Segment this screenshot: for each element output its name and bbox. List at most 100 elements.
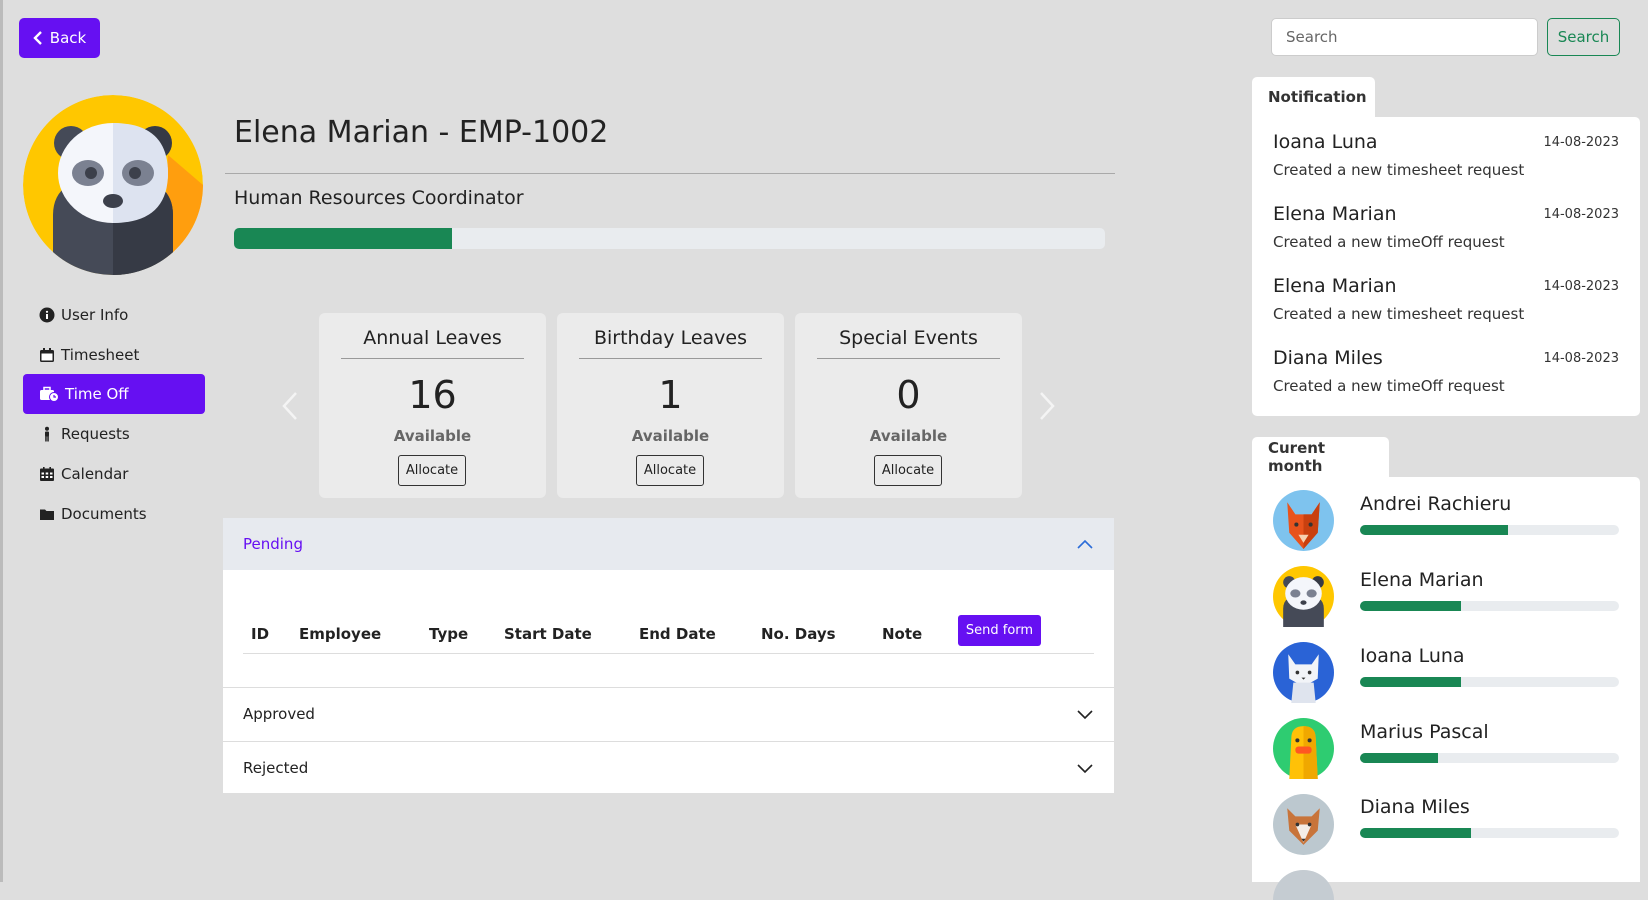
card-value: 1 (658, 373, 683, 417)
duck-avatar-icon (1273, 718, 1334, 779)
sidebar-item-label: Timesheet (61, 346, 140, 364)
card-sub: Available (869, 427, 948, 445)
member-name: Marius Pascal (1360, 721, 1489, 743)
leave-card-annual: Annual Leaves 16 Available Allocate (319, 313, 546, 498)
table-divider (243, 653, 1094, 654)
carousel-next-icon[interactable] (1037, 390, 1057, 422)
accordion-approved: Approved (223, 688, 1114, 742)
member-progress-bar (1360, 677, 1619, 687)
sidebar-item-label: Documents (61, 505, 147, 523)
back-button[interactable]: Back (19, 18, 100, 58)
notification-name: Elena Marian (1273, 203, 1397, 225)
accordion-title: Approved (243, 705, 315, 723)
notification-message: Created a new timeOff request (1273, 377, 1505, 395)
wolf-avatar-icon (1273, 794, 1334, 855)
notification-message: Created a new timesheet request (1273, 161, 1525, 179)
leave-card-special: Special Events 0 Available Allocate (795, 313, 1022, 498)
person-icon (45, 426, 49, 442)
member-name: Elena Marian (1360, 569, 1484, 591)
sidebar-item-user-info[interactable]: User Info (23, 295, 205, 335)
notification-panel: Ioana Luna 14-08-2023 Created a new time… (1252, 117, 1640, 416)
notification-date: 14-08-2023 (1543, 351, 1619, 366)
member-progress-bar (1360, 828, 1619, 838)
member-progress-fill (1360, 753, 1438, 763)
notification-name: Elena Marian (1273, 275, 1397, 297)
notification-date: 14-08-2023 (1543, 207, 1619, 222)
accordion-pending: Pending (223, 518, 1114, 688)
sidebar-item-time-off[interactable]: Time Off (23, 374, 205, 414)
tab-current-month[interactable]: Curent month (1252, 437, 1389, 477)
calendar-grid-icon (40, 467, 54, 481)
member-name: Ioana Luna (1360, 645, 1465, 667)
sidebar-item-label: Requests (61, 425, 130, 443)
sidebar-item-label: Calendar (61, 465, 129, 483)
employee-name: Elena Marian - EMP-1002 (234, 115, 609, 150)
notification-name: Diana Miles (1273, 347, 1383, 369)
card-value: 16 (408, 373, 457, 417)
card-value: 0 (896, 373, 921, 417)
current-month-panel: Andrei Rachieru Elena Marian Ioana Luna … (1252, 477, 1640, 900)
column-header-no-days: No. Days (761, 625, 836, 643)
chevron-down-icon (1077, 710, 1093, 720)
column-header-type: Type (429, 625, 469, 643)
cat-avatar-icon (1273, 642, 1334, 703)
profile-progress-fill (234, 228, 452, 249)
notification-date: 14-08-2023 (1543, 279, 1619, 294)
member-name: Andrei Rachieru (1360, 493, 1512, 515)
member-progress-bar (1360, 601, 1619, 611)
card-title: Annual Leaves (341, 327, 524, 359)
allocate-button[interactable]: Allocate (636, 455, 704, 486)
allocate-button[interactable]: Allocate (874, 455, 942, 486)
notification-date: 14-08-2023 (1543, 135, 1619, 150)
accordion-title: Pending (243, 535, 303, 553)
member-progress-fill (1360, 828, 1472, 838)
calendar-icon (40, 348, 54, 362)
search-button[interactable]: Search (1547, 18, 1620, 56)
column-header-end-date: End Date (639, 625, 716, 643)
chevron-up-icon (1077, 539, 1093, 549)
page-scrollbar[interactable] (0, 0, 3, 882)
member-progress-fill (1360, 677, 1461, 687)
back-label: Back (49, 29, 87, 47)
accordion-rejected: Rejected (223, 742, 1114, 793)
sidebar-item-timesheet[interactable]: Timesheet (23, 335, 205, 375)
fox-avatar-icon (1273, 490, 1334, 551)
profile-progress-bar (234, 228, 1105, 249)
sidebar-item-calendar[interactable]: Calendar (23, 454, 205, 494)
sidebar-item-label: Time Off (65, 385, 129, 403)
member-progress-fill (1360, 601, 1461, 611)
folder-icon (40, 509, 54, 520)
accordion-approved-header[interactable]: Approved (223, 688, 1114, 740)
member-progress-fill (1360, 525, 1508, 535)
card-title: Birthday Leaves (579, 327, 762, 359)
column-header-id: ID (251, 625, 270, 643)
accordion-title: Rejected (243, 759, 309, 777)
chevron-left-icon (33, 31, 42, 45)
tab-notification[interactable]: Notification (1252, 77, 1375, 117)
notification-message: Created a new timesheet request (1273, 305, 1525, 323)
divider (225, 173, 1115, 174)
search-input[interactable]: Search (1271, 18, 1538, 56)
panda-avatar-icon (23, 95, 203, 275)
accordion-pending-header[interactable]: Pending (223, 518, 1114, 570)
column-header-note: Note (882, 625, 923, 643)
notification-message: Created a new timeOff request (1273, 233, 1505, 251)
sidebar-item-label: User Info (61, 306, 129, 324)
sidebar-item-requests[interactable]: Requests (23, 414, 205, 454)
sidebar-item-documents[interactable]: Documents (23, 494, 205, 534)
leave-card-birthday: Birthday Leaves 1 Available Allocate (557, 313, 784, 498)
carousel-prev-icon[interactable] (280, 390, 300, 422)
send-form-button[interactable]: Send form (958, 615, 1041, 646)
column-header-start-date: Start Date (504, 625, 592, 643)
accordion-rejected-header[interactable]: Rejected (223, 742, 1114, 794)
member-progress-bar (1360, 753, 1619, 763)
card-sub: Available (631, 427, 710, 445)
member-progress-bar (1360, 525, 1619, 535)
allocate-button[interactable]: Allocate (398, 455, 466, 486)
briefcase-clock-icon (40, 386, 59, 402)
column-header-employee: Employee (299, 625, 382, 643)
notification-name: Ioana Luna (1273, 131, 1378, 153)
panda-avatar-icon (1273, 566, 1334, 627)
card-title: Special Events (817, 327, 1000, 359)
job-title: Human Resources Coordinator (234, 187, 524, 209)
